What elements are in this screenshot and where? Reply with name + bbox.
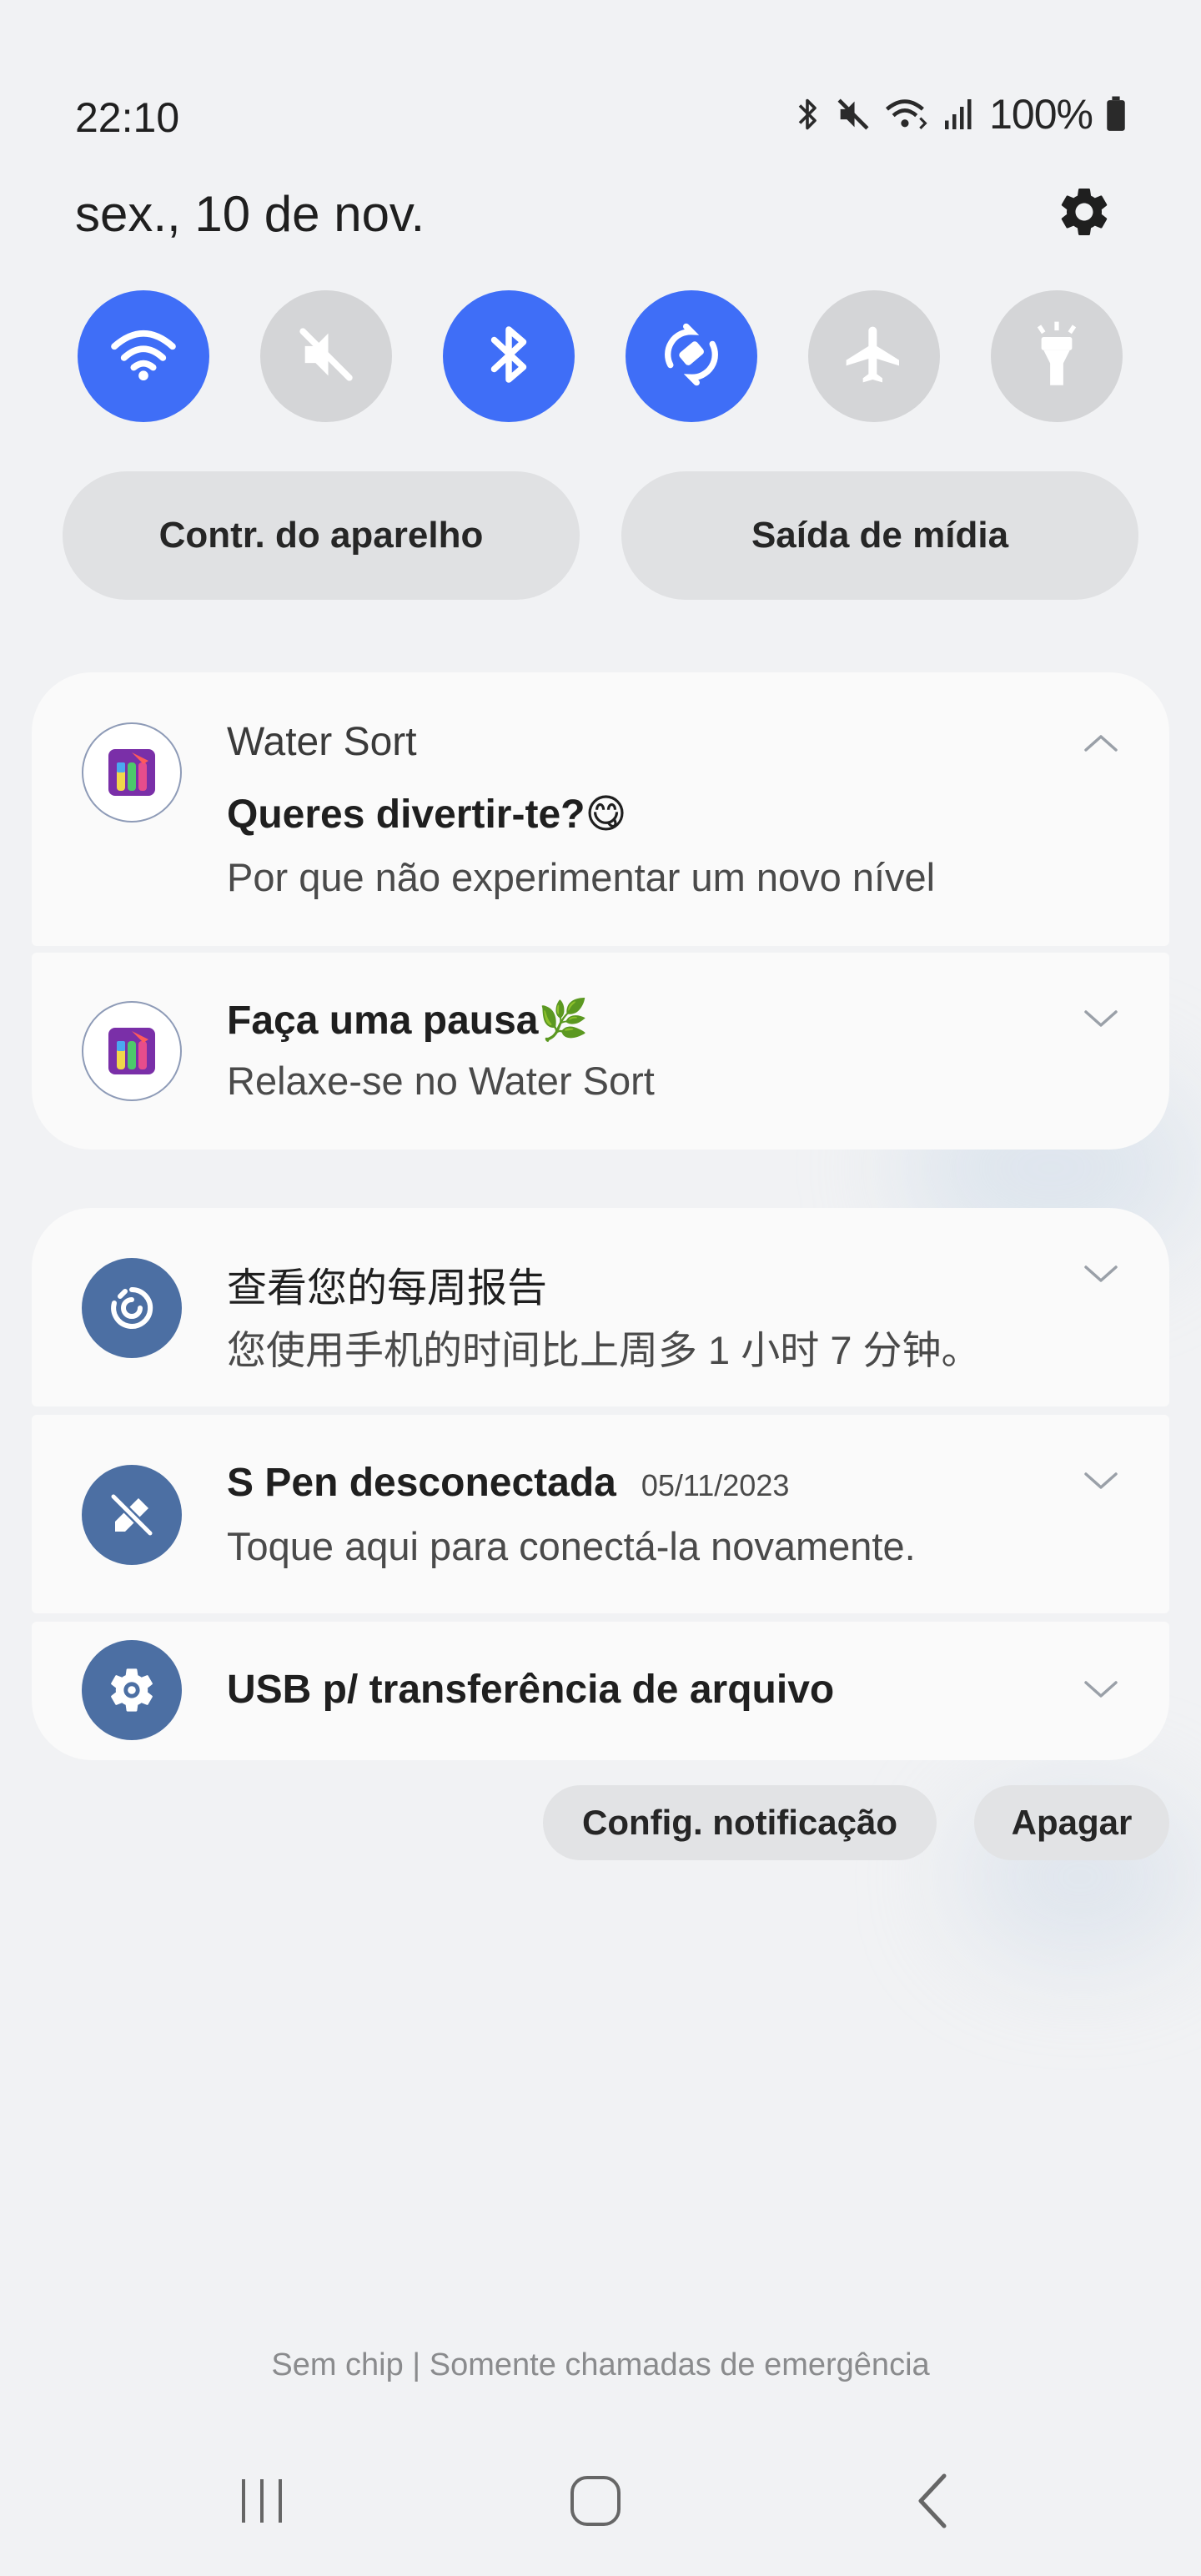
sound-toggle[interactable] — [260, 290, 392, 422]
carrier-status: Sem chip | Somente chamadas de emergênci… — [271, 2347, 930, 2382]
auto-rotate-toggle[interactable] — [626, 290, 757, 422]
back-button[interactable] — [899, 2469, 966, 2536]
notification-settings-button[interactable]: Config. notificação — [543, 1785, 937, 1860]
wifi-toggle[interactable] — [78, 290, 209, 422]
battery-icon — [1104, 95, 1128, 133]
recent-apps-button[interactable] — [229, 2469, 295, 2536]
bluetooth-toggle[interactable] — [443, 290, 575, 422]
expand-button[interactable] — [1083, 1001, 1119, 1038]
notification-body: Por que não experimentar um novo nível — [227, 855, 936, 899]
notification-body: Relaxe-se no Water Sort — [227, 1059, 655, 1103]
expand-button[interactable] — [1083, 1256, 1119, 1293]
recent-apps-icon — [235, 2476, 289, 2530]
auto-rotate-icon — [656, 319, 726, 394]
notification-s-pen[interactable]: S Pen desconectada 05/11/2023 Toque aqui … — [32, 1415, 1169, 1613]
notification-usb[interactable]: USB p/ transferência de arquivo — [32, 1622, 1169, 1760]
chevron-down-icon — [1083, 1467, 1119, 1497]
settings-button[interactable] — [1053, 182, 1116, 245]
notification-title: S Pen desconectada — [227, 1461, 616, 1505]
back-icon — [912, 2473, 952, 2533]
chevron-down-icon — [1083, 1005, 1119, 1034]
notification-title-row: S Pen desconectada 05/11/2023 — [227, 1460, 789, 1506]
notification-date: 05/11/2023 — [641, 1468, 790, 1502]
gear-icon — [1055, 183, 1113, 245]
expand-button[interactable] — [1083, 1463, 1119, 1500]
home-icon — [569, 2474, 622, 2532]
chevron-down-icon — [1083, 1676, 1119, 1705]
flashlight-toggle[interactable] — [991, 290, 1123, 422]
chevron-up-icon — [1083, 730, 1119, 759]
notification-title: Faça uma pausa🌿 — [227, 999, 589, 1043]
airplane-mode-toggle[interactable] — [808, 290, 940, 422]
wifi-icon — [884, 95, 931, 133]
airplane-icon — [841, 321, 907, 392]
digital-wellbeing-icon — [82, 1258, 182, 1358]
collapse-button[interactable] — [1083, 726, 1119, 762]
water-sort-app-icon — [82, 1001, 182, 1101]
wifi-icon — [111, 327, 176, 386]
flashlight-icon — [1030, 319, 1083, 394]
mute-icon — [294, 323, 358, 390]
notification-water-sort-2[interactable]: Faça uma pausa🌿 Relaxe-se no Water Sort — [32, 953, 1169, 1150]
bluetooth-icon — [484, 321, 534, 392]
mute-icon — [834, 95, 872, 133]
home-button[interactable] — [562, 2469, 629, 2536]
media-output-button[interactable]: Saída de mídia — [621, 471, 1138, 600]
notification-body: 您使用手机的时间比上周多 1 小时 7 分钟。 — [227, 1328, 981, 1372]
clock: 22:10 — [75, 94, 180, 141]
device-control-button[interactable]: Contr. do aparelho — [63, 471, 580, 600]
date: sex., 10 de nov. — [75, 186, 425, 242]
notification-water-sort-1[interactable]: Water Sort Queres divertir-te?😋 Por que … — [32, 672, 1169, 946]
signal-icon — [942, 95, 977, 133]
bluetooth-icon — [792, 95, 822, 133]
expand-button[interactable] — [1083, 1672, 1119, 1708]
notification-title: USB p/ transferência de arquivo — [227, 1668, 835, 1712]
notification-title: Queres divertir-te?😋 — [227, 792, 627, 837]
notification-app-name: Water Sort — [227, 720, 417, 764]
clear-button[interactable]: Apagar — [974, 1785, 1169, 1860]
usb-settings-icon — [82, 1640, 182, 1740]
notification-weekly-report[interactable]: 查看您的每周报告 您使用手机的时间比上周多 1 小时 7 分钟。 — [32, 1208, 1169, 1406]
water-sort-app-icon — [82, 722, 182, 823]
battery-percentage: 100% — [989, 91, 1093, 138]
notification-body: Toque aqui para conectá-la novamente. — [227, 1524, 916, 1568]
chevron-down-icon — [1083, 1260, 1119, 1290]
notification-title: 查看您的每周报告 — [227, 1266, 548, 1311]
status-icons: 100% — [792, 90, 1128, 138]
s-pen-off-icon — [82, 1465, 182, 1565]
